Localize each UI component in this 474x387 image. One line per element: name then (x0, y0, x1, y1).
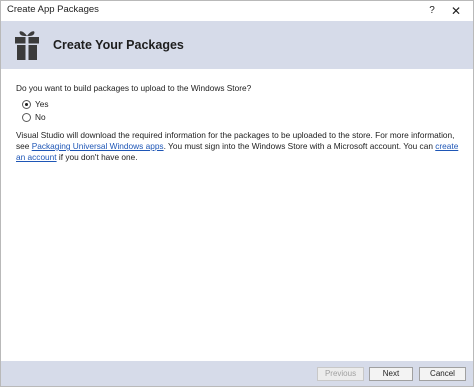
gift-package-icon (15, 31, 39, 60)
info-paragraph: Visual Studio will download the required… (16, 130, 461, 163)
radio-no-indicator[interactable] (22, 112, 31, 122)
radio-yes-indicator[interactable] (22, 99, 31, 109)
help-button[interactable]: ? (423, 2, 441, 20)
next-button[interactable]: Next (369, 367, 413, 381)
radio-yes[interactable]: Yes (22, 98, 49, 110)
page-title: Create Your Packages (53, 38, 184, 52)
info-text-2: . You must sign into the Windows Store w… (163, 141, 436, 151)
close-button[interactable]: ✕ (446, 2, 466, 20)
info-text-3: if you don't have one. (56, 152, 138, 162)
window-title: Create App Packages (7, 4, 99, 15)
previous-button[interactable]: Previous (317, 367, 364, 381)
radio-no-label[interactable]: No (35, 112, 46, 122)
package-question: Do you want to build packages to upload … (16, 83, 252, 93)
packaging-link[interactable]: Packaging Universal Windows apps (32, 141, 164, 151)
radio-no[interactable]: No (22, 111, 46, 123)
radio-yes-label[interactable]: Yes (35, 99, 49, 109)
title-bar: Create App Packages ? ✕ (1, 1, 473, 21)
wizard-header: Create Your Packages (1, 21, 473, 69)
wizard-footer: Previous Next Cancel (1, 361, 473, 386)
cancel-button[interactable]: Cancel (419, 367, 466, 381)
create-app-packages-dialog: Create App Packages ? ✕ Create Your Pack… (0, 0, 474, 387)
